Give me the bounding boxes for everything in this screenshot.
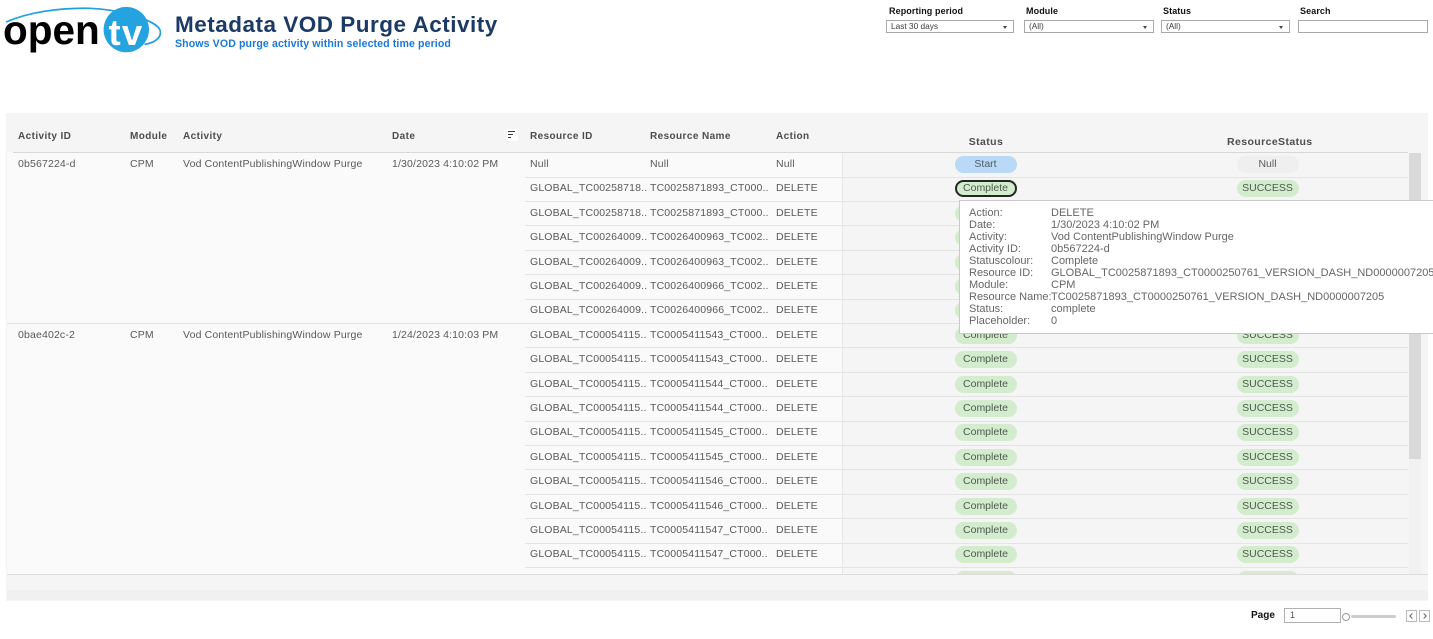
svg-text:tv: tv — [109, 12, 144, 53]
svg-text:open: open — [3, 7, 100, 53]
